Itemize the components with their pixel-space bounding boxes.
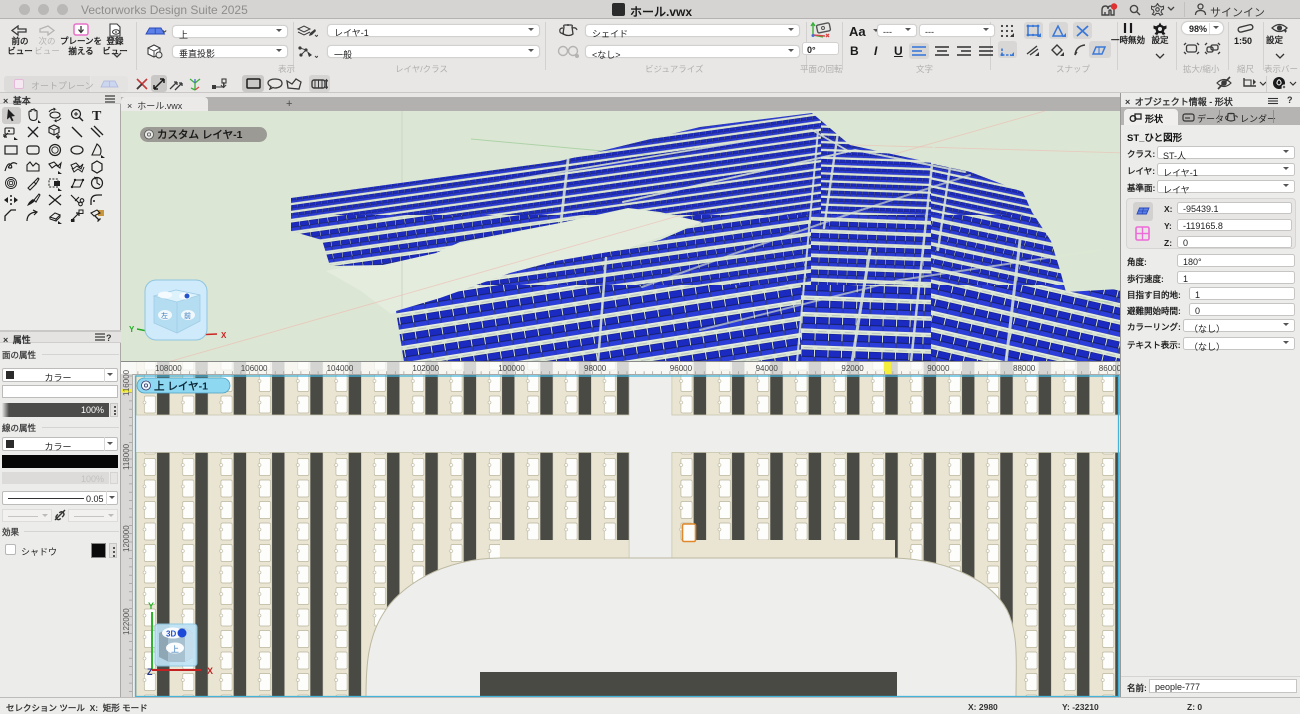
svg-text:Y: Y	[129, 325, 135, 334]
svg-text:118000: 118000	[122, 443, 131, 470]
svg-text:Y: Y	[148, 601, 154, 611]
svg-text:120000: 120000	[122, 525, 131, 552]
svg-text:Z: Z	[147, 667, 153, 677]
svg-text:122000: 122000	[122, 608, 131, 635]
svg-text:92000: 92000	[841, 364, 864, 373]
svg-text:上: 上	[171, 645, 179, 654]
svg-text:X: X	[221, 331, 227, 340]
svg-text:94000: 94000	[756, 364, 779, 373]
svg-text:88000: 88000	[1013, 364, 1036, 373]
svg-text:98000: 98000	[584, 364, 607, 373]
svg-text:90000: 90000	[927, 364, 950, 373]
svg-text:86000: 86000	[1099, 364, 1120, 373]
svg-text:T: T	[92, 109, 102, 123]
svg-text:102000: 102000	[412, 364, 439, 373]
svg-text:カスタム レイヤ-1: カスタム レイヤ-1	[157, 129, 243, 141]
svg-text:116000: 116000	[122, 369, 131, 396]
svg-text:X: X	[207, 666, 213, 676]
svg-text:96000: 96000	[670, 364, 693, 373]
svg-text:上 レイヤ-1: 上 レイヤ-1	[154, 380, 208, 393]
svg-text:108000: 108000	[155, 364, 182, 373]
svg-text:左: 左	[161, 311, 168, 320]
svg-text:106000: 106000	[241, 364, 268, 373]
svg-text:3D: 3D	[166, 630, 176, 639]
svg-text:104000: 104000	[327, 364, 354, 373]
svg-text:前: 前	[184, 311, 191, 320]
svg-text:100000: 100000	[498, 364, 525, 373]
